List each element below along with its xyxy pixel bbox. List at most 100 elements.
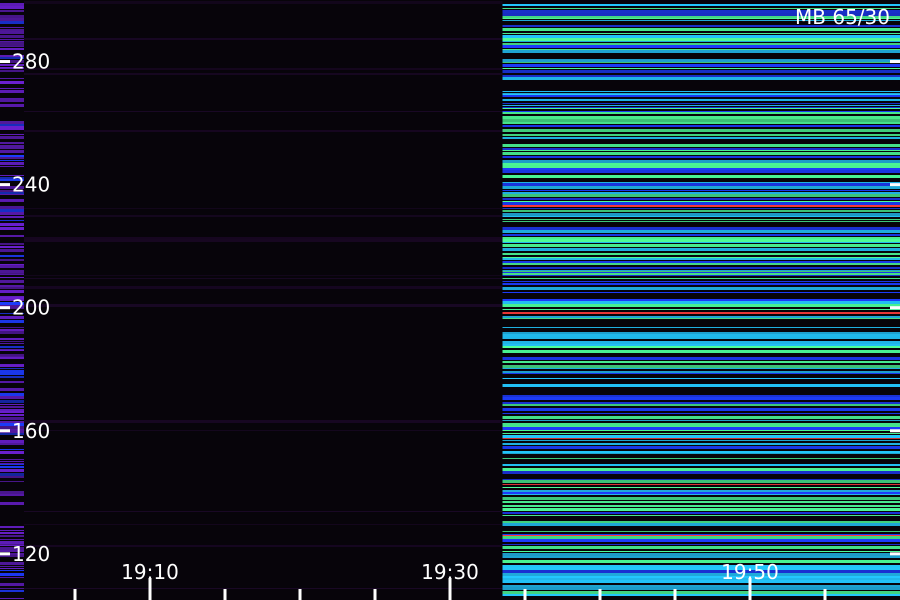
band-row xyxy=(0,364,24,365)
band-row xyxy=(502,446,900,449)
x-tick-minor xyxy=(298,589,302,600)
band-row xyxy=(0,35,24,38)
x-tick-minor xyxy=(823,589,827,600)
band-row xyxy=(0,280,24,283)
band-row xyxy=(0,461,24,462)
band-row xyxy=(502,105,900,106)
band-row xyxy=(502,344,900,346)
band-row xyxy=(502,594,900,596)
band-row xyxy=(0,155,24,157)
band-row xyxy=(502,192,900,194)
band-row xyxy=(0,329,24,331)
band-row xyxy=(502,337,900,339)
band-row xyxy=(502,108,900,109)
band-row xyxy=(502,408,900,411)
band-row xyxy=(0,150,24,153)
band-row xyxy=(0,590,24,592)
band-row xyxy=(502,267,900,269)
band-row xyxy=(502,75,900,77)
band-row xyxy=(0,388,24,391)
band-row xyxy=(24,215,503,217)
band-row xyxy=(502,168,900,170)
band-row xyxy=(502,258,900,260)
band-row xyxy=(502,413,900,414)
band-row xyxy=(0,124,24,126)
band-row xyxy=(0,532,24,534)
band-row xyxy=(502,237,900,239)
band-row xyxy=(502,570,900,573)
band-row xyxy=(0,255,24,257)
band-row xyxy=(0,570,24,571)
band-row xyxy=(0,160,24,161)
band-row xyxy=(502,373,900,374)
band-row xyxy=(502,416,900,419)
band-row xyxy=(0,459,24,460)
band-row xyxy=(0,104,24,107)
band-row xyxy=(0,199,24,201)
band-row xyxy=(502,479,900,480)
band-row xyxy=(502,427,900,430)
band-row xyxy=(502,77,900,80)
band-row xyxy=(0,573,24,576)
band-row xyxy=(502,202,900,205)
band-row xyxy=(502,152,900,155)
band-row xyxy=(502,395,900,397)
band-row xyxy=(0,246,24,248)
band-row xyxy=(0,400,24,403)
band-row xyxy=(502,332,900,334)
x-tick-label: 19:30 xyxy=(421,560,479,584)
band-row xyxy=(502,170,900,173)
band-row xyxy=(502,357,900,360)
band-row xyxy=(502,480,900,483)
band-row xyxy=(502,239,900,242)
band-row xyxy=(502,318,900,319)
y-tick-label: 120 xyxy=(12,542,50,566)
band-row xyxy=(0,99,24,102)
band-row xyxy=(0,409,24,411)
band-row xyxy=(502,194,900,197)
band-row xyxy=(502,487,900,488)
band-row xyxy=(0,357,24,359)
band-row xyxy=(502,175,900,178)
band-row xyxy=(502,99,900,101)
band-row xyxy=(502,484,900,485)
y-tick-label: 160 xyxy=(12,419,50,443)
band-row xyxy=(502,261,900,263)
band-row xyxy=(0,223,24,226)
band-row xyxy=(0,346,24,348)
band-row xyxy=(0,88,24,89)
band-row xyxy=(0,166,24,167)
band-row xyxy=(0,287,24,289)
band-row xyxy=(0,349,24,350)
band-row xyxy=(502,278,900,279)
band-row xyxy=(0,78,24,79)
band-row xyxy=(502,150,900,151)
band-row xyxy=(502,443,900,445)
band-row xyxy=(502,464,900,466)
band-row xyxy=(0,81,24,84)
band-row xyxy=(0,249,24,252)
band-row xyxy=(502,41,900,42)
band-row xyxy=(24,430,503,431)
band-row xyxy=(0,338,24,340)
band-row xyxy=(502,553,900,556)
band-row xyxy=(502,59,900,62)
x-tick-minor xyxy=(223,589,227,600)
band-row xyxy=(502,505,900,507)
band-row xyxy=(502,93,900,94)
band-row xyxy=(502,404,900,406)
band-row xyxy=(502,64,900,67)
band-row xyxy=(24,208,503,209)
band-row xyxy=(0,396,24,399)
x-tick-minor xyxy=(523,589,527,600)
band-row xyxy=(0,98,24,99)
band-row xyxy=(502,94,900,95)
band-row xyxy=(502,125,900,127)
x-tick-minor xyxy=(673,589,677,600)
band-row xyxy=(502,430,900,431)
band-row xyxy=(502,435,900,438)
y-tick-right xyxy=(890,429,900,433)
band-row xyxy=(502,208,900,209)
band-row xyxy=(502,35,900,38)
band-row xyxy=(24,588,503,589)
